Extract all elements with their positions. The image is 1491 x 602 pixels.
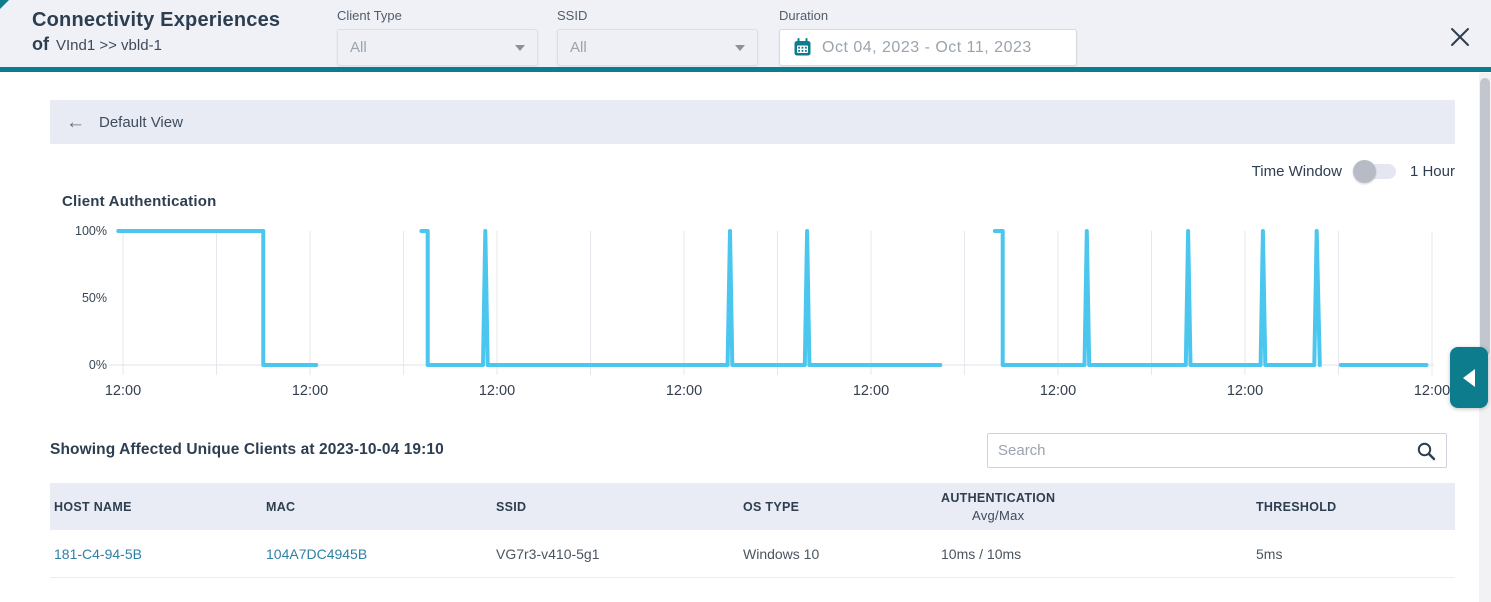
date-range-picker[interactable]: Oct 04, 2023 - Oct 11, 2023 <box>779 29 1077 66</box>
calendar-icon <box>793 38 812 57</box>
svg-text:12:00: 12:00 <box>666 383 702 399</box>
chevron-down-icon <box>515 45 525 51</box>
affected-clients-caption: Showing Affected Unique Clients at 2023-… <box>50 441 444 459</box>
site-path: VInd1 >> vbld-1 <box>56 37 162 54</box>
col-threshold: THRESHOLD <box>1252 500 1455 514</box>
date-range-value: Oct 04, 2023 - Oct 11, 2023 <box>822 39 1032 57</box>
svg-text:12:00: 12:00 <box>479 383 515 399</box>
table-header-row: HOST NAME MAC SSID OS TYPE AUTHENTICATIO… <box>50 483 1455 530</box>
authentication-line-chart: 100% 50% 0% 12:00 12:00 12:00 12:00 12:00 12:00 1… <box>50 215 1455 403</box>
client-type-label: Client Type <box>337 8 538 23</box>
duration-label: Duration <box>779 8 1077 23</box>
search-box <box>987 433 1447 468</box>
ssid-select[interactable]: All <box>557 29 758 66</box>
time-window-control: Time Window 1 Hour <box>1205 158 1455 184</box>
svg-text:50%: 50% <box>82 291 107 305</box>
col-ssid: SSID <box>492 500 739 514</box>
view-bar-label: Default View <box>99 114 183 131</box>
corner-accent <box>0 0 9 9</box>
ssid-value: All <box>570 39 735 56</box>
svg-text:100%: 100% <box>75 224 107 238</box>
modal-header: Connectivity Experiences of VInd1 >> vbld… <box>0 0 1491 72</box>
threshold-value: 5ms <box>1252 546 1455 562</box>
svg-text:0%: 0% <box>89 358 107 372</box>
svg-text:12:00: 12:00 <box>105 383 141 399</box>
back-arrow-icon[interactable]: ← <box>66 113 85 132</box>
col-authentication-label: AUTHENTICATION <box>941 491 1055 505</box>
ssid-value: VG7r3-v410-5g1 <box>492 546 739 562</box>
svg-text:12:00: 12:00 <box>1227 383 1263 399</box>
host-name-link[interactable]: 181-C4-94-5B <box>50 546 262 562</box>
col-os-type: OS TYPE <box>739 500 937 514</box>
client-type-select[interactable]: All <box>337 29 538 66</box>
col-auth-subheader: Avg/Max <box>941 508 1055 523</box>
arrow-left-icon <box>1463 369 1475 387</box>
page-title: Connectivity Experiences of VInd1 >> vbld… <box>32 9 280 55</box>
title-text: Connectivity Experiences <box>32 9 280 32</box>
view-bar[interactable]: ← Default View <box>50 100 1455 144</box>
vertical-scrollbar-thumb[interactable] <box>1480 78 1490 356</box>
title-breadcrumb: of VInd1 >> vbld-1 <box>32 34 280 55</box>
os-type-value: Windows 10 <box>739 546 937 562</box>
filter-client-type: Client Type All <box>337 8 538 66</box>
search-input[interactable] <box>998 442 1416 459</box>
filter-ssid: SSID All <box>557 8 758 66</box>
col-mac: MAC <box>262 500 492 514</box>
svg-text:12:00: 12:00 <box>853 383 889 399</box>
title-of: of <box>32 34 49 54</box>
time-window-value: 1 Hour <box>1410 163 1455 180</box>
svg-text:12:00: 12:00 <box>1414 383 1450 399</box>
mac-link[interactable]: 104A7DC4945B <box>262 546 492 562</box>
filter-duration: Duration Oct 04, 2023 - Oct 11, 2023 <box>779 8 1077 66</box>
svg-text:12:00: 12:00 <box>1040 383 1076 399</box>
search-icon[interactable] <box>1416 441 1436 461</box>
chevron-down-icon <box>735 45 745 51</box>
client-authentication-chart: Client Authentication 100% 50% 0% 12:00 12:0… <box>50 188 1455 406</box>
affected-clients-table: HOST NAME MAC SSID OS TYPE AUTHENTICATIO… <box>50 483 1455 578</box>
close-icon[interactable] <box>1449 26 1471 48</box>
authentication-value: 10ms / 10ms <box>937 546 1252 562</box>
collapse-panel-button[interactable] <box>1450 347 1488 408</box>
client-type-value: All <box>350 39 515 56</box>
time-window-toggle[interactable] <box>1356 164 1396 179</box>
ssid-label: SSID <box>557 8 758 23</box>
time-window-label: Time Window <box>1252 163 1342 180</box>
col-authentication: AUTHENTICATION Avg/Max <box>937 491 1252 523</box>
chart-title: Client Authentication <box>62 193 216 210</box>
toggle-knob[interactable] <box>1353 160 1376 183</box>
connectivity-experiences-modal: Connectivity Experiences of VInd1 >> vbld… <box>0 0 1491 602</box>
svg-text:12:00: 12:00 <box>292 383 328 399</box>
col-host-name: HOST NAME <box>50 500 262 514</box>
table-row: 181-C4-94-5B 104A7DC4945B VG7r3-v410-5g1… <box>50 530 1455 578</box>
